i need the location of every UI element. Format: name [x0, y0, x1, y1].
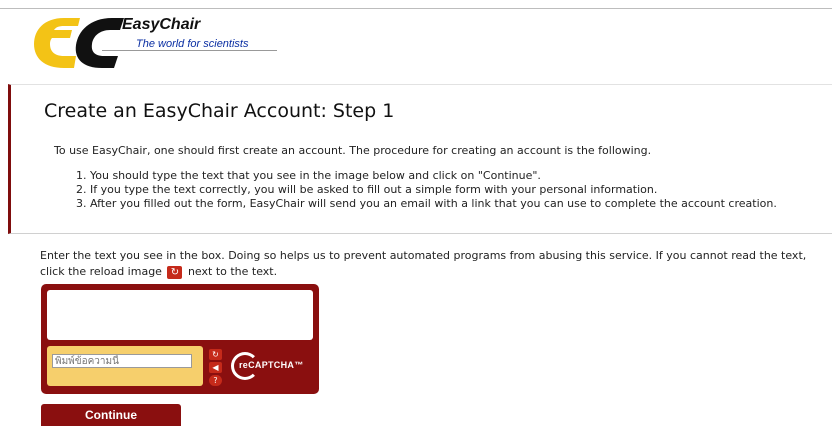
page-title: Create an EasyChair Account: Step 1 — [44, 100, 395, 122]
captcha-response-input[interactable] — [52, 354, 192, 368]
captcha-instructions: Enter the text you see in the box. Doing… — [40, 248, 820, 280]
audio-icon[interactable]: ◀ — [209, 362, 222, 373]
logo-wordmark: EasyChair — [122, 16, 201, 33]
step-list: 1. You should type the text that you see… — [76, 169, 777, 211]
step-item: 3. After you filled out the form, EasyCh… — [76, 197, 777, 210]
recaptcha-logo: reCAPTCHA™ — [231, 350, 311, 382]
logo-underline — [102, 50, 277, 51]
recaptcha-logo-text: reCAPTCHA™ — [239, 360, 304, 370]
reload-icon: ↻ — [167, 265, 183, 279]
captcha-instruction-text: Enter the text you see in the box. Doing… — [40, 249, 807, 278]
step-item: 2. If you type the text correctly, you w… — [76, 183, 658, 196]
logo-tagline: The world for scientists — [136, 38, 249, 50]
step-item: 1. You should type the text that you see… — [76, 169, 541, 182]
ec-logo-mark-icon — [34, 18, 124, 68]
captcha-response-area — [47, 346, 203, 386]
step-intro: To use EasyChair, one should first creat… — [54, 144, 652, 157]
easychair-logo[interactable]: EasyChair The world for scientists — [30, 14, 277, 70]
top-divider — [0, 8, 832, 9]
recaptcha-widget: ↻ ◀ ? reCAPTCHA™ — [41, 284, 319, 394]
captcha-instruction-tail: next to the text. — [187, 265, 278, 278]
captcha-image — [47, 290, 313, 340]
reload-icon[interactable]: ↻ — [209, 349, 222, 360]
help-icon[interactable]: ? — [209, 375, 222, 386]
